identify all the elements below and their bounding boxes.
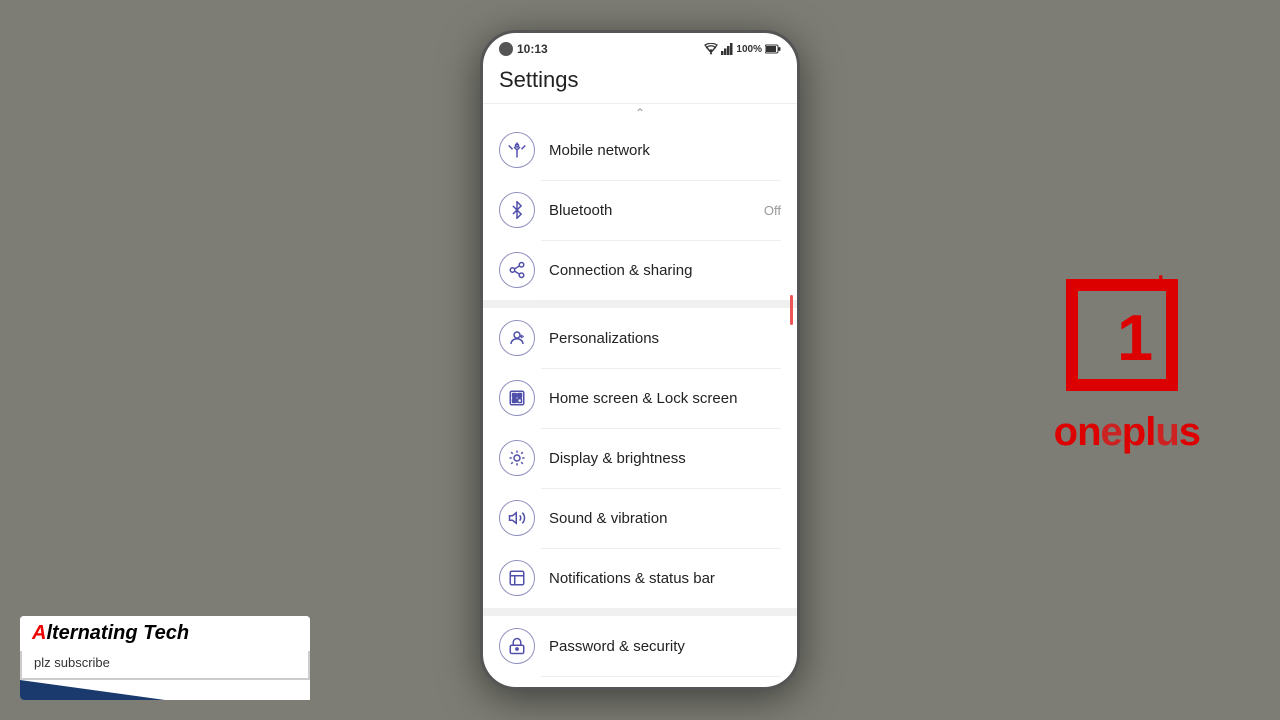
bluetooth-icon	[499, 192, 535, 228]
mobile-network-label: Mobile network	[549, 142, 781, 159]
oneplus-logo: 1 + oneplus	[1054, 265, 1200, 455]
settings-list: Mobile network Bluetooth Off	[483, 120, 797, 690]
settings-item-personalizations[interactable]: Personalizations	[483, 308, 797, 368]
bluetooth-status: Off	[764, 203, 781, 218]
wifi-icon	[704, 43, 718, 55]
svg-text:1: 1	[1117, 301, 1153, 374]
settings-item-sound-vibration[interactable]: Sound & vibration	[483, 488, 797, 548]
personalizations-label: Personalizations	[549, 330, 781, 347]
svg-text:+: +	[1152, 267, 1170, 300]
signal-icon	[721, 43, 733, 55]
watermark: Alternating Tech plz subscribe	[20, 616, 310, 700]
settings-item-connection-sharing[interactable]: Connection & sharing	[483, 240, 797, 300]
display-brightness-label: Display & brightness	[549, 450, 781, 467]
oneplus-text: oneplus	[1054, 410, 1200, 455]
settings-header: Settings	[483, 61, 797, 104]
status-bar: 10:13 100%	[483, 33, 797, 61]
settings-title: Settings	[499, 67, 781, 93]
settings-item-privacy[interactable]: Privacy	[483, 676, 797, 690]
watermark-subscribe: plz subscribe	[20, 651, 310, 680]
bluetooth-label: Bluetooth	[549, 202, 764, 219]
settings-item-display-brightness[interactable]: Display & brightness	[483, 428, 797, 488]
scroll-up-arrow-icon: ⌃	[630, 108, 650, 118]
settings-item-mobile-network[interactable]: Mobile network	[483, 120, 797, 180]
time-display: 10:13	[517, 42, 548, 56]
sound-vibration-icon	[499, 500, 535, 536]
home-screen-label: Home screen & Lock screen	[549, 390, 781, 407]
battery-icon	[765, 44, 781, 54]
mobile-network-icon	[499, 132, 535, 168]
section-divider-1	[483, 300, 797, 308]
oneplus-icon: 1 +	[1062, 265, 1192, 395]
connection-sharing-icon	[499, 252, 535, 288]
settings-item-password-security[interactable]: Password & security	[483, 616, 797, 676]
settings-item-home-screen[interactable]: Home screen & Lock screen	[483, 368, 797, 428]
scroll-indicator	[790, 295, 793, 325]
personalizations-icon	[499, 320, 535, 356]
password-security-icon	[499, 628, 535, 664]
watermark-channel: lternating Tech	[46, 622, 189, 644]
section-divider-2	[483, 608, 797, 616]
battery-percent: 100%	[736, 44, 762, 55]
settings-item-bluetooth[interactable]: Bluetooth Off	[483, 180, 797, 240]
notifications-statusbar-icon	[499, 560, 535, 596]
scroll-up-indicator: ⌃	[483, 104, 797, 120]
watermark-a: A	[32, 622, 46, 644]
password-security-label: Password & security	[549, 638, 781, 655]
status-time: 10:13	[499, 42, 548, 56]
watermark-triangle	[20, 680, 310, 700]
sound-vibration-label: Sound & vibration	[549, 510, 781, 527]
home-screen-icon	[499, 380, 535, 416]
connection-sharing-label: Connection & sharing	[549, 262, 781, 279]
settings-item-notifications-statusbar[interactable]: Notifications & status bar	[483, 548, 797, 608]
phone-frame: 10:13 100%	[480, 30, 800, 690]
status-avatar-icon	[499, 42, 513, 56]
display-brightness-icon	[499, 440, 535, 476]
status-icons: 100%	[704, 43, 781, 55]
notifications-statusbar-label: Notifications & status bar	[549, 570, 781, 587]
